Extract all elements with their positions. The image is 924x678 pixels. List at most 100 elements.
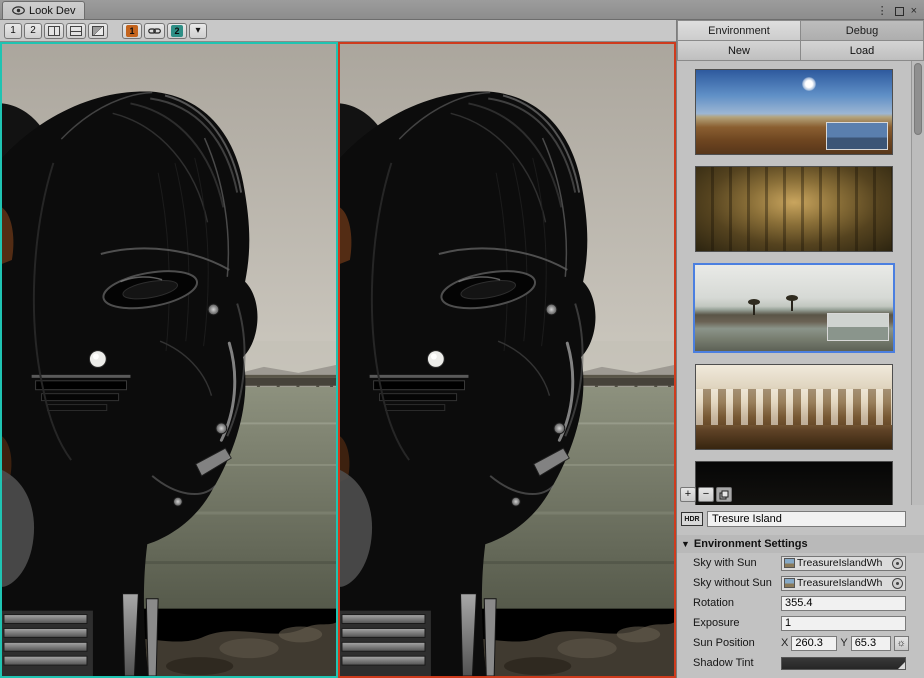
split-screen-icon [70, 26, 82, 36]
rotation-label: Rotation [693, 597, 781, 609]
window-tab-lookdev[interactable]: Look Dev [2, 1, 85, 19]
viewport-column: 1 2 1 2 ▾ [0, 20, 676, 678]
menu-icon[interactable]: ⋮ [877, 6, 888, 16]
setting-row-exposure: Exposure [677, 613, 924, 633]
texture-preview-icon [784, 558, 795, 568]
view-mode-split-button[interactable] [66, 23, 86, 39]
sky-with-sun-value: TreasureIslandWh [797, 557, 890, 569]
load-button-label: Load [850, 45, 874, 57]
hdri-name-row: HDR [677, 507, 924, 531]
main-area: 1 2 1 2 ▾ [0, 20, 924, 678]
scrollbar-thumb[interactable] [914, 63, 922, 135]
render-view-1[interactable] [0, 42, 338, 678]
exposure-label: Exposure [693, 617, 781, 629]
close-icon[interactable]: × [911, 6, 917, 16]
thumbnail-inset-preview [827, 313, 889, 341]
y-axis-label: Y [840, 637, 847, 649]
robot-head-render-1 [2, 44, 336, 676]
new-button[interactable]: New [677, 41, 801, 61]
sky-without-sun-label: Sky without Sun [693, 577, 781, 589]
environment-settings-header[interactable]: ▼ Environment Settings [677, 535, 924, 553]
tab-environment[interactable]: Environment [677, 20, 801, 41]
setting-row-sky-without-sun: Sky without Sun TreasureIslandWh [677, 573, 924, 593]
object-picker-icon[interactable] [892, 558, 903, 569]
list-scrollbar[interactable] [911, 61, 924, 505]
setting-row-rotation: Rotation [677, 593, 924, 613]
palm-tree-icon [791, 299, 793, 311]
lookdev-window: Look Dev ⋮ × 1 2 1 [0, 0, 924, 678]
camera2-button[interactable]: 2 [167, 23, 187, 39]
view-mode-single2-button[interactable]: 2 [24, 23, 42, 39]
render-view-2[interactable] [338, 42, 676, 678]
lookdev-toolbar: 1 2 1 2 ▾ [0, 20, 676, 42]
tab-debug-label: Debug [846, 25, 878, 37]
environment-settings-title: Environment Settings [694, 538, 808, 550]
window-title: Look Dev [29, 5, 75, 17]
maximize-icon[interactable] [895, 7, 904, 16]
hdri-thumbnail-forest[interactable] [695, 166, 893, 252]
sun-icon: ☼ [897, 638, 906, 649]
tab-debug[interactable]: Debug [801, 20, 924, 41]
side-by-side-icon [48, 26, 60, 36]
dual-viewport [0, 42, 676, 678]
sun-x-input[interactable] [791, 636, 837, 651]
camera-dropdown-button[interactable]: ▾ [189, 23, 207, 39]
duplicate-icon [719, 490, 729, 500]
titlebar: Look Dev ⋮ × [0, 0, 924, 20]
sky-with-sun-label: Sky with Sun [693, 557, 781, 569]
x-axis-label: X [781, 637, 788, 649]
link-icon [148, 26, 161, 36]
load-button[interactable]: Load [801, 41, 924, 61]
view-mode-single1-button[interactable]: 1 [4, 23, 22, 39]
robot-head-render-2 [340, 44, 674, 676]
camera1-button[interactable]: 1 [122, 23, 142, 39]
add-hdri-button[interactable]: + [680, 487, 696, 502]
exposure-input[interactable] [781, 616, 906, 631]
shadow-tint-label: Shadow Tint [693, 657, 781, 669]
new-button-label: New [728, 45, 750, 57]
single1-label: 1 [10, 25, 16, 36]
tab-environment-label: Environment [708, 25, 770, 37]
object-picker-icon[interactable] [892, 578, 903, 589]
setting-row-sun-position: Sun Position X Y ☼ [677, 633, 924, 653]
zone-split-icon [92, 26, 104, 36]
church-columns-texture [696, 389, 892, 426]
hdri-thumbnail-treasure-island[interactable] [693, 263, 895, 353]
remove-hdri-button[interactable]: − [698, 487, 714, 502]
single2-label: 2 [30, 25, 36, 36]
view-mode-zone-button[interactable] [88, 23, 108, 39]
camera2-chip: 2 [171, 25, 183, 37]
shadow-tint-color-swatch[interactable] [781, 657, 906, 670]
sky-without-sun-object-field[interactable]: TreasureIslandWh [781, 576, 906, 591]
thumbnail-inset-preview [826, 122, 888, 150]
eye-icon [12, 6, 25, 15]
sun-y-input[interactable] [851, 636, 891, 651]
hdri-thumbnail-church[interactable] [695, 364, 893, 450]
sky-without-sun-value: TreasureIslandWh [797, 577, 890, 589]
hdr-badge-icon: HDR [681, 512, 703, 526]
environment-panel: Environment Debug New Load [676, 20, 924, 678]
camera1-chip: 1 [126, 25, 138, 37]
sun-position-label: Sun Position [693, 637, 781, 649]
window-controls: ⋮ × [877, 6, 924, 19]
view-mode-sidebyside-button[interactable] [44, 23, 64, 39]
setting-row-shadow-tint: Shadow Tint [677, 653, 924, 673]
sun-position-picker-button[interactable]: ☼ [894, 636, 909, 651]
sky-with-sun-object-field[interactable]: TreasureIslandWh [781, 556, 906, 571]
setting-row-sky-with-sun: Sky with Sun TreasureIslandWh [677, 553, 924, 573]
texture-preview-icon [784, 578, 795, 588]
color-picker-corner-icon [898, 662, 905, 669]
sun-glow-icon [802, 77, 816, 91]
rotation-input[interactable] [781, 596, 906, 611]
hdri-thumbnail-desert-sun[interactable] [695, 69, 893, 155]
hdri-name-input[interactable] [707, 511, 906, 527]
duplicate-hdri-button[interactable] [716, 487, 732, 502]
tree-trunks-texture [696, 167, 892, 251]
hdri-list-toolbar: + − [680, 487, 732, 502]
hdri-list: + − [677, 61, 924, 505]
panel-tabs: Environment Debug [677, 20, 924, 41]
chevron-down-icon: ▾ [195, 25, 200, 36]
link-cameras-button[interactable] [144, 23, 165, 39]
palm-tree-icon [753, 303, 755, 315]
panel-actions: New Load [677, 41, 924, 61]
